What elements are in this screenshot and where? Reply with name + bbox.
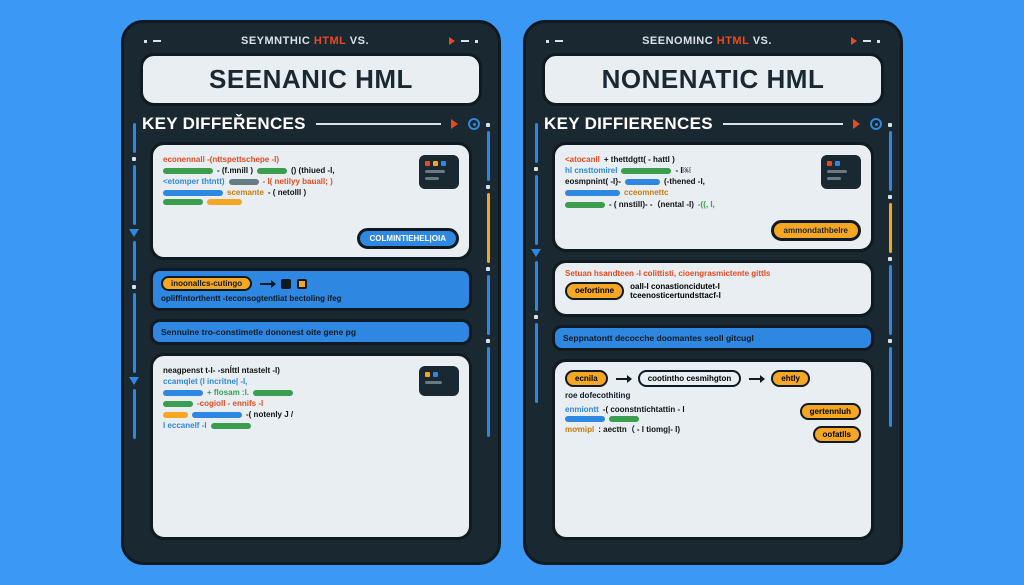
- gear-icon: [468, 118, 480, 130]
- chip[interactable]: oofatlls: [813, 426, 861, 443]
- left-code-card-1: econennall -(nttspettschepe -I) - (f.mni…: [150, 142, 472, 260]
- right-deco-rail: [482, 123, 494, 548]
- right-panel: SEENOMINC HTML VS. NONENATIC HML KEY DIF…: [523, 20, 903, 565]
- pill-button[interactable]: COLMINTIEHEL|OIA: [357, 228, 459, 249]
- left-footbar-2: Sennuine tro-constimetle dononest oite g…: [150, 319, 472, 345]
- right-code-card-1: <atocanll+ thettdgtt( - hattl ) hI cnstt…: [552, 142, 874, 252]
- left-subtitle-row: KEY DIFFEŘENCES: [138, 114, 484, 142]
- left-title: SEENANIC HML: [157, 64, 465, 95]
- left-deco-rail: [530, 123, 542, 548]
- left-code-card-2: neagpenst t-I- -snĺttl ntastelt -I) ccam…: [150, 353, 472, 540]
- right-mid-card: Setuan hsandteen -I colittisti, cioengra…: [552, 260, 874, 317]
- right-title-box: NONENATIC HML: [542, 53, 884, 106]
- right-subtitle: KEY DIFFIERENCES: [544, 114, 713, 134]
- left-subtitle: KEY DIFFEŘENCES: [142, 114, 306, 134]
- right-code-card-2: ecnila cootintho cesmihgton ehtly roe do…: [552, 359, 874, 540]
- left-footbar-1: inoonallcs-cutingo opliffintorthentt -te…: [150, 268, 472, 311]
- right-tagline: SEENOMINC HTML VS.: [540, 33, 886, 51]
- window-icon: [821, 155, 861, 189]
- chip[interactable]: cootintho cesmihgton: [638, 370, 742, 387]
- left-panel: SEYMNTHIC HTML VS. SEENANIC HML KEY DIFF…: [121, 20, 501, 565]
- left-title-box: SEENANIC HML: [140, 53, 482, 106]
- gear-icon: [870, 118, 882, 130]
- chip[interactable]: ehtly: [771, 370, 810, 387]
- right-title: NONENATIC HML: [559, 64, 867, 95]
- window-icon: [419, 155, 459, 189]
- chip[interactable]: ecnila: [565, 370, 608, 387]
- window-icon: [419, 366, 459, 396]
- right-deco-rail: [884, 123, 896, 548]
- right-subtitle-row: KEY DIFFIERENCES: [540, 114, 886, 142]
- chip[interactable]: inoonallcs-cutingo: [161, 276, 252, 291]
- pill-button[interactable]: ammondathbelre: [771, 220, 861, 241]
- left-tagline: SEYMNTHIC HTML VS.: [138, 33, 484, 51]
- play-icon: [853, 119, 860, 129]
- chip[interactable]: oefortinne: [565, 282, 624, 300]
- right-footbar: Seppnatontt decocche doomantes seoll git…: [552, 325, 874, 351]
- play-icon: [451, 119, 458, 129]
- left-deco-rail: [128, 123, 140, 548]
- chip[interactable]: gertennluh: [800, 403, 861, 420]
